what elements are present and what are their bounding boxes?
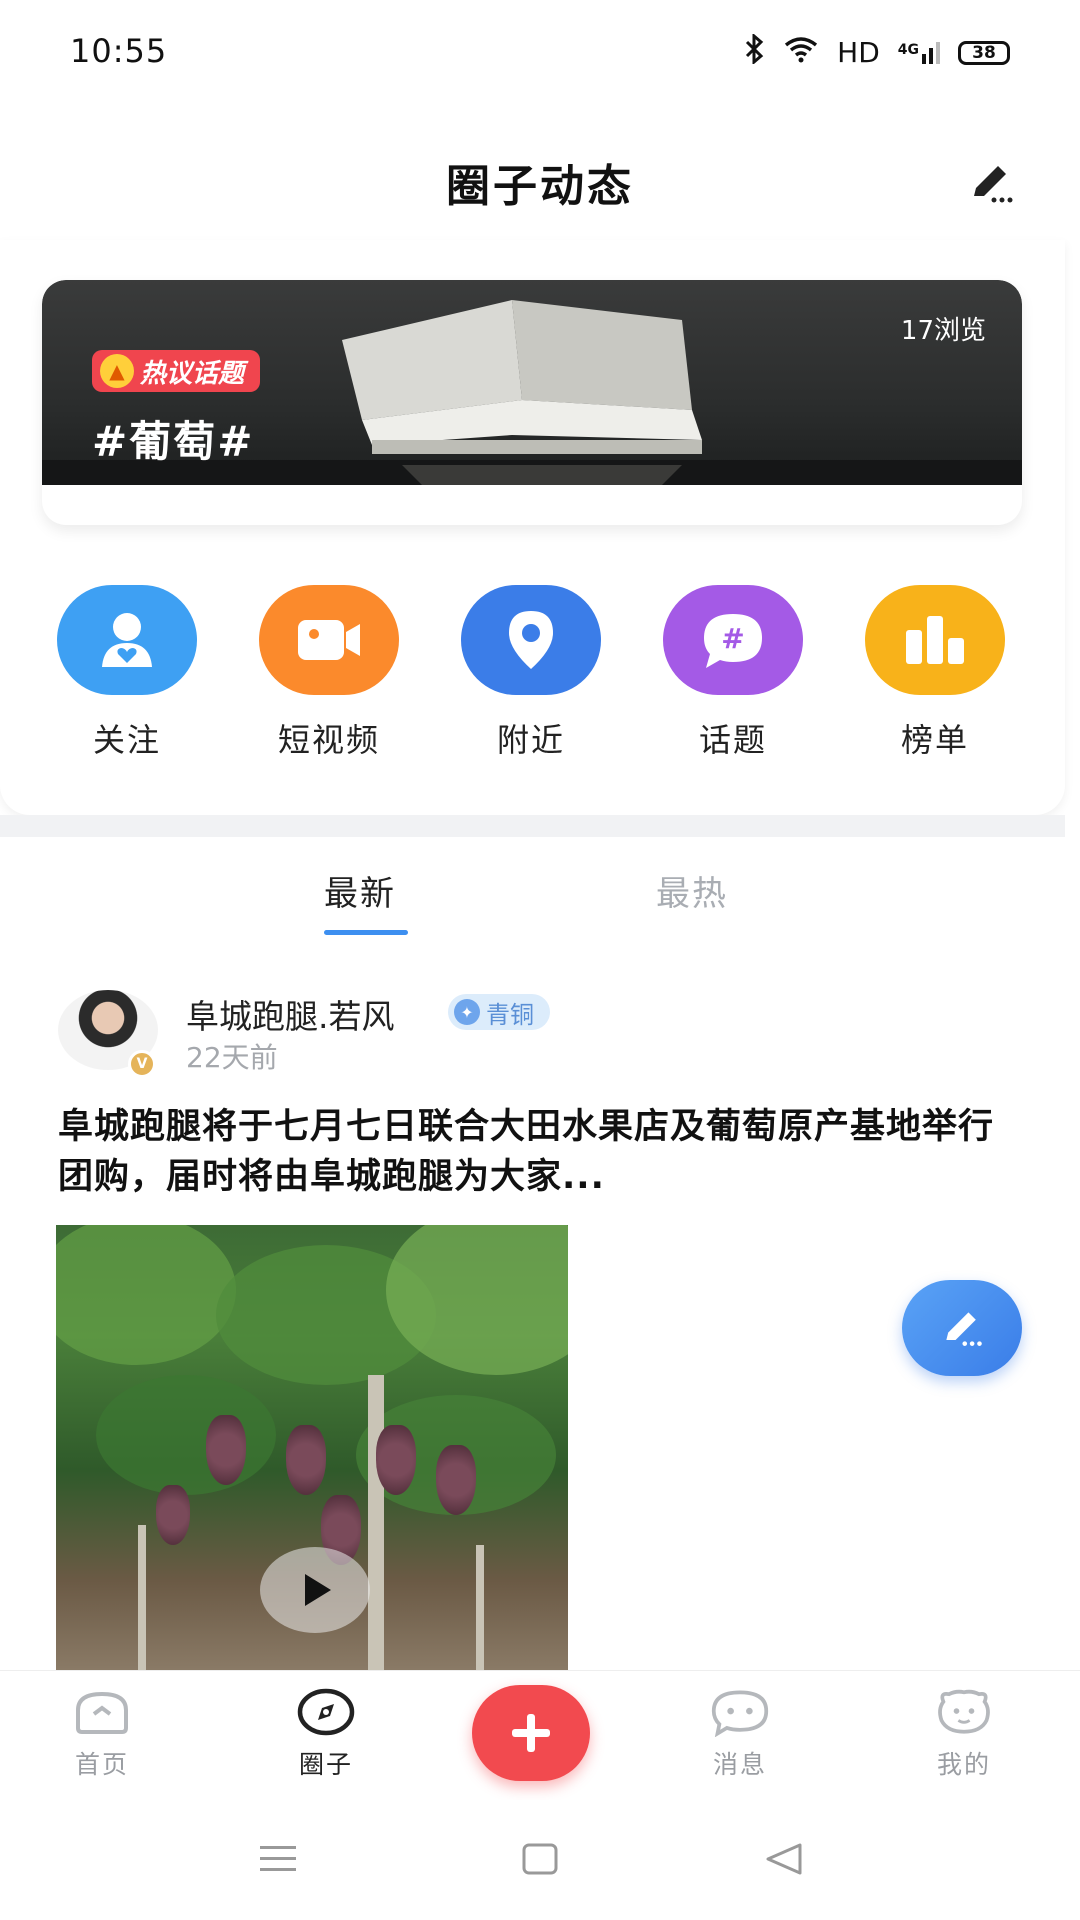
nav-home-label: 首页 (74, 1750, 129, 1779)
tab-latest[interactable]: 最新 (324, 866, 396, 915)
post-author[interactable]: 阜城跑腿.若风 (186, 990, 395, 1038)
verified-icon: V (128, 1050, 156, 1078)
nav-mine[interactable]: 我的 (894, 1687, 1034, 1781)
nav-home[interactable]: 首页 (32, 1687, 172, 1781)
nav-messages-label: 消息 (712, 1750, 767, 1779)
bluetooth-icon (743, 32, 765, 71)
quick-link-ranking[interactable]: 榜单 (855, 585, 1015, 761)
bottom-nav: 首页 圈子 消息 我的 (0, 1670, 1080, 1800)
quick-link-nearby[interactable]: 附近 (451, 585, 611, 761)
menu-icon[interactable] (248, 1834, 308, 1884)
home-icon (72, 1687, 132, 1737)
nav-mine-label: 我的 (936, 1750, 991, 1779)
system-nav-bar (0, 1800, 1080, 1920)
battery-icon: 38 (958, 40, 1010, 65)
hot-topic-badge-label: 热议话题 (140, 358, 245, 389)
level-badge: ✦ 青铜 (448, 994, 550, 1030)
topic-hash-icon: # (663, 585, 803, 695)
quick-link-label: 话题 (698, 721, 767, 759)
quick-links: 关注 短视频 附近 # 话题 榜单 (0, 585, 1080, 765)
post-video-thumbnail[interactable] (56, 1225, 568, 1670)
signal-label: 4G (897, 41, 919, 58)
profile-icon (934, 1687, 994, 1737)
hd-label: HD (837, 36, 880, 69)
status-time: 10:55 (70, 32, 168, 70)
avatar[interactable]: V (58, 990, 158, 1078)
message-icon (710, 1687, 770, 1737)
video-icon (259, 585, 399, 695)
quick-link-label: 短视频 (277, 721, 380, 759)
post-text[interactable]: 阜城跑腿将于七月七日联合大田水果店及葡萄原产基地举行团购，届时将由阜城跑腿为大家… (58, 1102, 1018, 1202)
post-time: 22天前 (186, 1041, 278, 1074)
hot-topic-banner[interactable]: 17浏览 ▲ 热议话题 #葡萄# (42, 280, 1022, 525)
banner-views: 17浏览 (900, 316, 986, 346)
signal-icon: 4G (897, 41, 940, 64)
compass-icon (296, 1687, 356, 1737)
svg-text:#: # (721, 622, 744, 655)
tab-hot[interactable]: 最热 (656, 866, 728, 915)
tab-indicator (324, 930, 408, 935)
star-icon: ✦ (454, 999, 480, 1025)
edit-icon (946, 1312, 982, 1346)
hot-topic-badge: ▲ 热议话题 (92, 350, 261, 392)
nav-messages[interactable]: 消息 (670, 1687, 810, 1781)
quick-link-short-video[interactable]: 短视频 (249, 585, 409, 761)
location-icon (461, 585, 601, 695)
status-bar: 10:55 HD 4G 38 (0, 0, 1080, 100)
flame-icon: ▲ (100, 354, 134, 388)
user-heart-icon (57, 585, 197, 695)
back-icon[interactable] (754, 1834, 814, 1884)
compose-button[interactable] (902, 1280, 1022, 1376)
ranking-icon (865, 585, 1005, 695)
quick-link-label: 关注 (92, 721, 161, 759)
wifi-icon (783, 35, 819, 70)
quick-link-topics[interactable]: # 话题 (653, 585, 813, 761)
edit-icon[interactable] (966, 158, 1016, 208)
play-icon[interactable] (260, 1547, 370, 1633)
nav-circle-label: 圈子 (298, 1750, 353, 1779)
nav-circle[interactable]: 圈子 (256, 1687, 396, 1781)
quick-link-follow[interactable]: 关注 (47, 585, 207, 761)
quick-link-label: 榜单 (900, 721, 969, 759)
level-badge-label: 青铜 (486, 1000, 534, 1029)
quick-link-label: 附近 (496, 721, 565, 759)
page-title: 圈子动态 (446, 161, 634, 212)
section-divider (0, 815, 1065, 837)
plus-icon (512, 1714, 550, 1752)
home-button-icon[interactable] (510, 1834, 570, 1884)
add-button[interactable] (472, 1685, 590, 1781)
banner-image: 17浏览 ▲ 热议话题 #葡萄# (42, 280, 1022, 485)
status-icons: HD 4G 38 (743, 32, 1010, 71)
feed-tabs: 最新 最热 (0, 866, 1080, 946)
banner-topic: #葡萄# (92, 417, 255, 466)
